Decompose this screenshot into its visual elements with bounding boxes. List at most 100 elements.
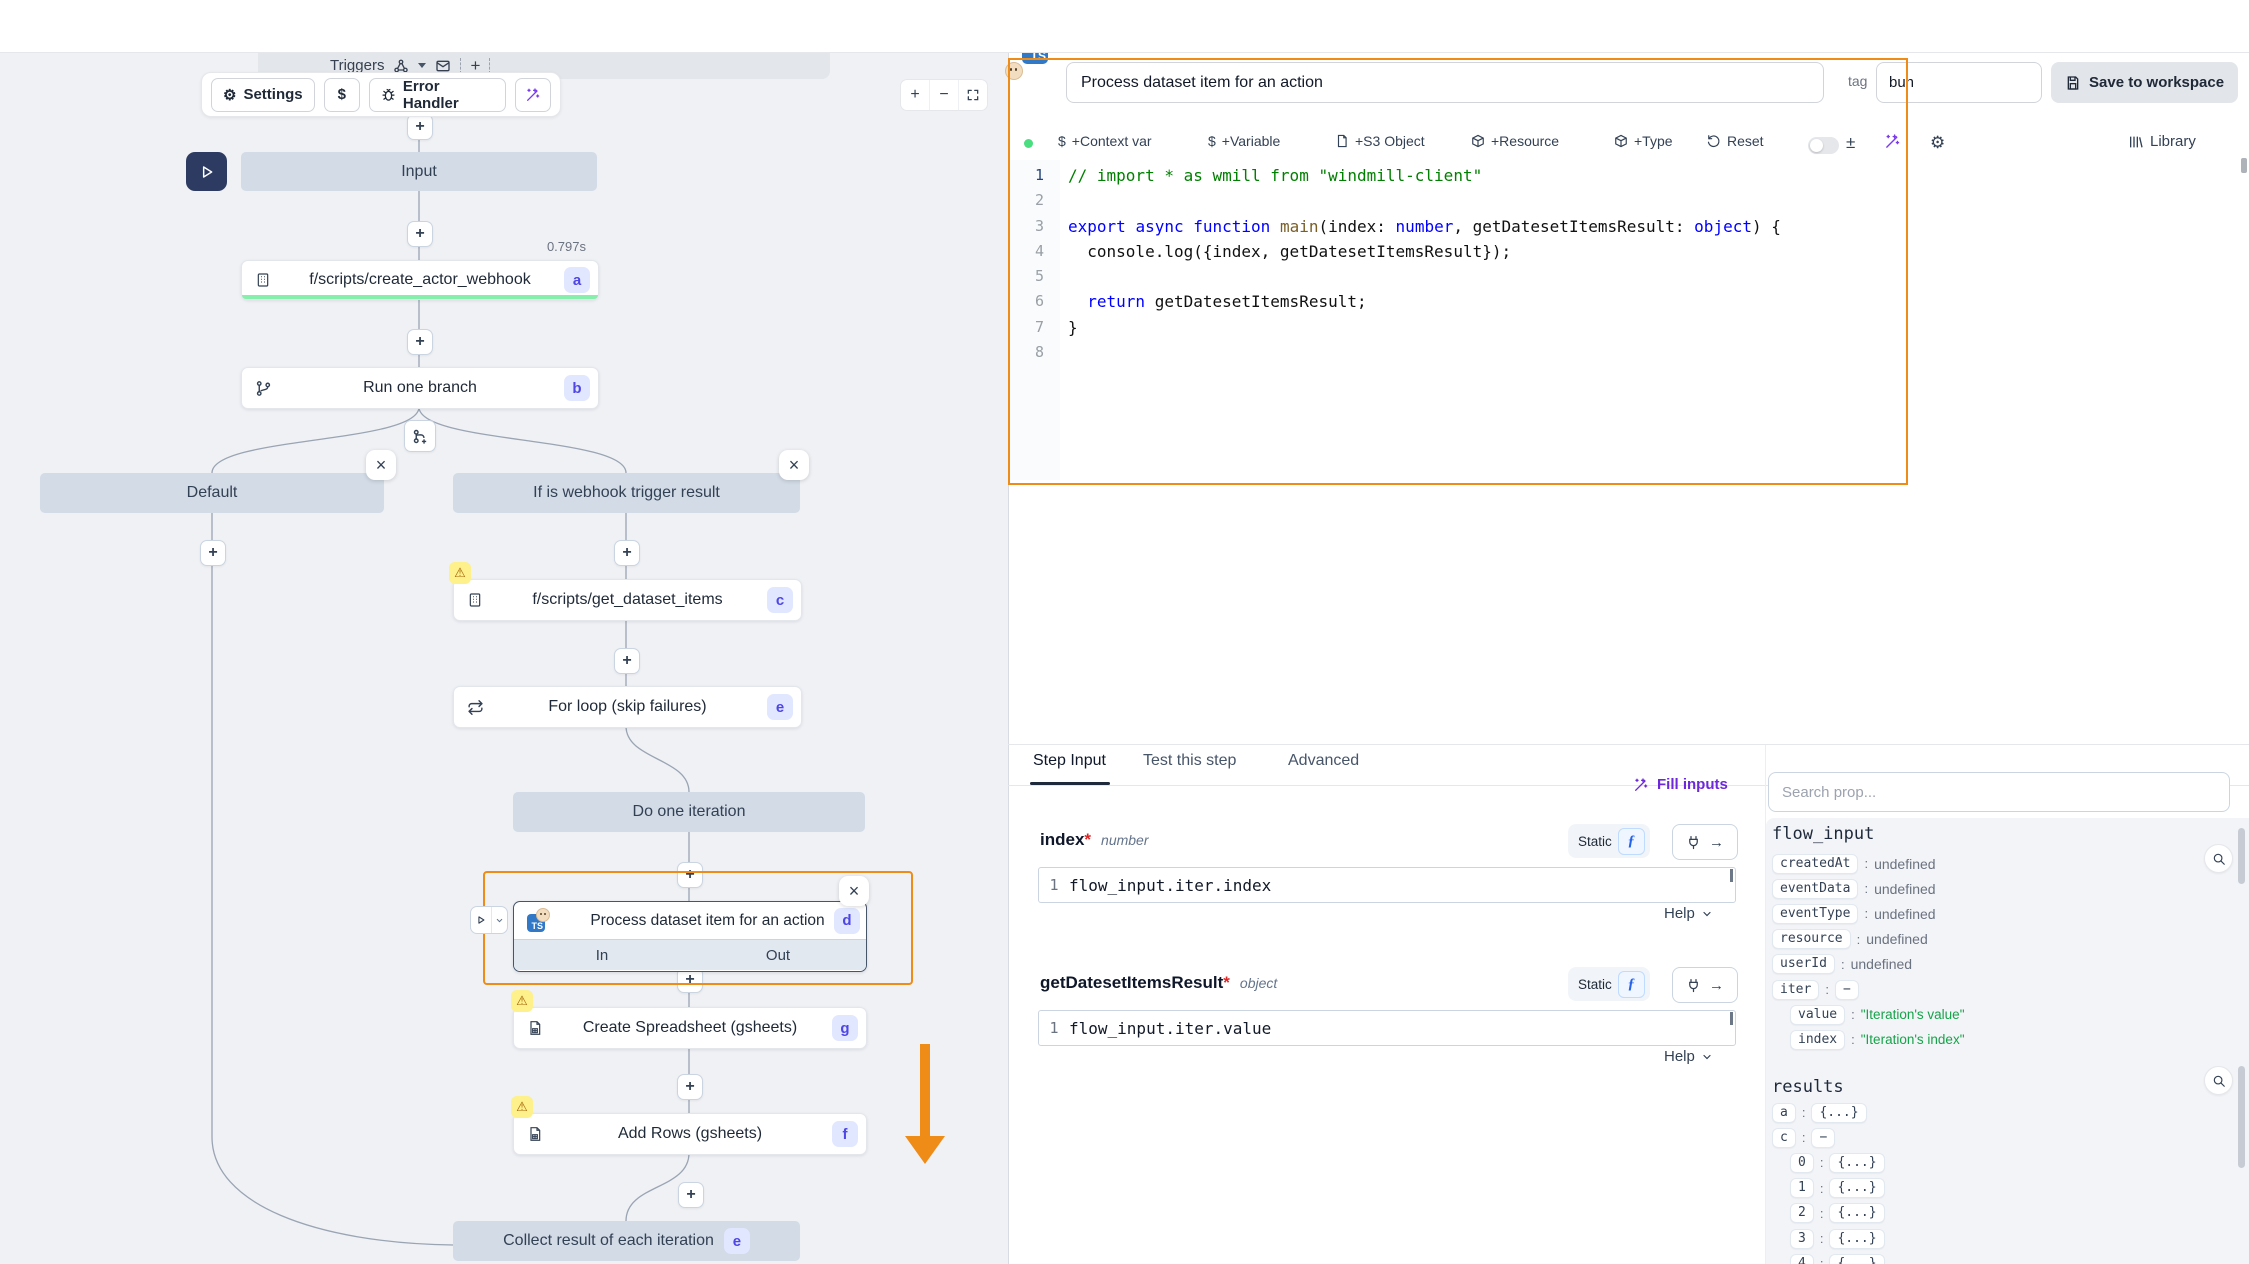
prop-key[interactable]: eventType xyxy=(1772,904,1858,924)
script-icon xyxy=(467,592,483,608)
flow-canvas[interactable]: Triggers + ⚙Settings $ Error Handler + −… xyxy=(0,52,1009,1264)
step-out-tab[interactable]: Out xyxy=(690,940,866,970)
editor-settings-button[interactable]: ⚙ xyxy=(1930,133,1945,153)
zoom-in-button[interactable]: + xyxy=(901,80,929,110)
prop-key[interactable]: createdAt xyxy=(1772,854,1858,874)
prop-value[interactable]: {...} xyxy=(1829,1229,1884,1249)
insert-step-button[interactable]: + xyxy=(407,221,433,247)
node-process-dataset-item[interactable]: TS Process dataset item for an action d … xyxy=(513,901,867,972)
node-get-dataset-items[interactable]: f/scripts/get_dataset_items c xyxy=(453,579,802,621)
save-to-workspace-button[interactable]: Save to workspace xyxy=(2051,62,2238,103)
results-scrollbar[interactable] xyxy=(2238,1066,2245,1168)
prop-key[interactable]: iter xyxy=(1772,980,1819,1000)
node-for-loop[interactable]: For loop (skip failures) e xyxy=(453,686,802,728)
editor-scrollbar[interactable] xyxy=(2241,158,2247,173)
prop-key[interactable]: resource xyxy=(1772,929,1851,949)
node-do-one-iteration[interactable]: Do one iteration xyxy=(513,792,865,832)
delete-step-button[interactable]: × xyxy=(839,876,869,906)
fill-inputs-button[interactable]: Fill inputs xyxy=(1633,776,1728,793)
fit-view-button[interactable] xyxy=(958,80,987,110)
prop-key[interactable]: 2 xyxy=(1790,1203,1814,1223)
prop-value[interactable]: {...} xyxy=(1829,1153,1884,1173)
prop-value[interactable]: {...} xyxy=(1829,1203,1884,1223)
prop-key[interactable]: eventData xyxy=(1772,879,1858,899)
run-flow-button[interactable] xyxy=(186,152,227,191)
javascript-expr-icon[interactable]: ƒ xyxy=(1618,971,1645,998)
node-run-one-branch[interactable]: Run one branch b xyxy=(241,367,599,409)
insert-step-button[interactable]: + xyxy=(677,1074,703,1100)
step-editor-outline xyxy=(1008,58,1908,485)
node-add-rows[interactable]: Add Rows (gsheets) f xyxy=(513,1113,867,1155)
prop-row: userId:undefined xyxy=(1772,952,1964,977)
input-mode-toggle[interactable]: Static ƒ xyxy=(1568,824,1650,858)
windmill-flow-editor: ow ✎Path u/admin/example_actor_webhook_f… xyxy=(0,0,2249,1264)
tab-step-input[interactable]: Step Input xyxy=(1033,752,1106,770)
prop-key[interactable]: c xyxy=(1772,1128,1796,1148)
prop-key[interactable]: value xyxy=(1790,1005,1845,1025)
prop-key[interactable]: 4 xyxy=(1790,1254,1814,1264)
node-input[interactable]: Input xyxy=(241,152,597,191)
ai-assistant-button[interactable] xyxy=(515,78,551,112)
prop-key[interactable]: 0 xyxy=(1790,1153,1814,1173)
prop-colon: : xyxy=(1864,906,1868,921)
error-handler-button[interactable]: Error Handler xyxy=(369,78,506,112)
node-create-actor-webhook[interactable]: f/scripts/create_actor_webhook a xyxy=(241,260,599,300)
run-step-button[interactable] xyxy=(471,907,491,933)
connect-input-button[interactable]: → xyxy=(1672,824,1738,860)
node-default-branch[interactable]: Default xyxy=(40,473,384,513)
insert-step-button[interactable]: + xyxy=(678,1182,704,1208)
tab-advanced[interactable]: Advanced xyxy=(1288,752,1359,770)
insert-step-button[interactable]: + xyxy=(614,540,640,566)
prop-key[interactable]: 1 xyxy=(1790,1178,1814,1198)
insert-step-button[interactable]: + xyxy=(407,329,433,355)
tab-test-this-step[interactable]: Test this step xyxy=(1143,752,1236,770)
node-create-spreadsheet[interactable]: Create Spreadsheet (gsheets) g xyxy=(513,1007,867,1049)
add-branch-button[interactable] xyxy=(404,420,436,452)
prop-value[interactable]: {...} xyxy=(1829,1254,1884,1264)
search-icon[interactable] xyxy=(2204,844,2233,873)
prop-value: undefined xyxy=(1874,906,1936,922)
node-collect-result[interactable]: Collect result of each iteration e xyxy=(453,1221,800,1261)
sheet-icon xyxy=(527,1020,543,1036)
prop-key[interactable]: index xyxy=(1790,1030,1845,1050)
prop-colon: : xyxy=(1820,1231,1824,1246)
warning-icon: ⚠ xyxy=(511,1096,533,1118)
insert-step-button[interactable]: + xyxy=(614,648,640,674)
flow-variables-button[interactable]: $ xyxy=(324,78,360,112)
run-step-mini-buttons xyxy=(470,906,508,934)
help-link[interactable]: Help xyxy=(1664,1048,1713,1065)
node-if-branch[interactable]: If is webhook trigger result xyxy=(453,473,800,513)
step-in-tab[interactable]: In xyxy=(514,940,690,970)
warning-icon: ⚠ xyxy=(511,990,533,1012)
typescript-bun-icon: TS xyxy=(527,910,549,932)
sidebar-scrollbar[interactable] xyxy=(2238,828,2245,884)
arrow-right-icon: → xyxy=(1709,977,1724,994)
prop-colon: : xyxy=(1864,856,1868,871)
connect-input-button[interactable]: → xyxy=(1672,967,1738,1003)
insert-step-button[interactable]: + xyxy=(407,114,433,140)
prop-value[interactable]: {...} xyxy=(1811,1103,1866,1123)
expr-input-getdatesetitemsresult[interactable]: 1 flow_input.iter.value xyxy=(1038,1010,1736,1046)
input-mode-toggle[interactable]: Static ƒ xyxy=(1568,967,1650,1001)
insert-step-button[interactable]: + xyxy=(200,540,226,566)
search-icon[interactable] xyxy=(2204,1066,2233,1095)
run-step-dropdown[interactable] xyxy=(491,907,507,933)
prop-key[interactable]: a xyxy=(1772,1103,1796,1123)
prop-value[interactable]: − xyxy=(1811,1128,1835,1148)
prop-row: 0:{...} xyxy=(1772,1150,1885,1175)
delete-branch-button[interactable]: × xyxy=(779,450,809,480)
flow-input-section-title: flow_input xyxy=(1772,824,1874,844)
help-link[interactable]: Help xyxy=(1664,905,1713,922)
settings-button[interactable]: ⚙Settings xyxy=(211,78,315,112)
prop-key[interactable]: 3 xyxy=(1790,1229,1814,1249)
library-button[interactable]: Library xyxy=(2128,133,2196,150)
javascript-expr-icon[interactable]: ƒ xyxy=(1618,828,1645,855)
prop-key[interactable]: userId xyxy=(1772,954,1835,974)
search-prop-input[interactable]: Search prop... xyxy=(1768,772,2230,812)
flow-direction-arrow xyxy=(905,1044,945,1164)
delete-branch-button[interactable]: × xyxy=(366,450,396,480)
prop-value[interactable]: {...} xyxy=(1829,1178,1884,1198)
prop-value[interactable]: − xyxy=(1835,980,1859,1000)
zoom-out-button[interactable]: − xyxy=(929,80,958,110)
expr-input-index[interactable]: 1 flow_input.iter.index xyxy=(1038,867,1736,903)
